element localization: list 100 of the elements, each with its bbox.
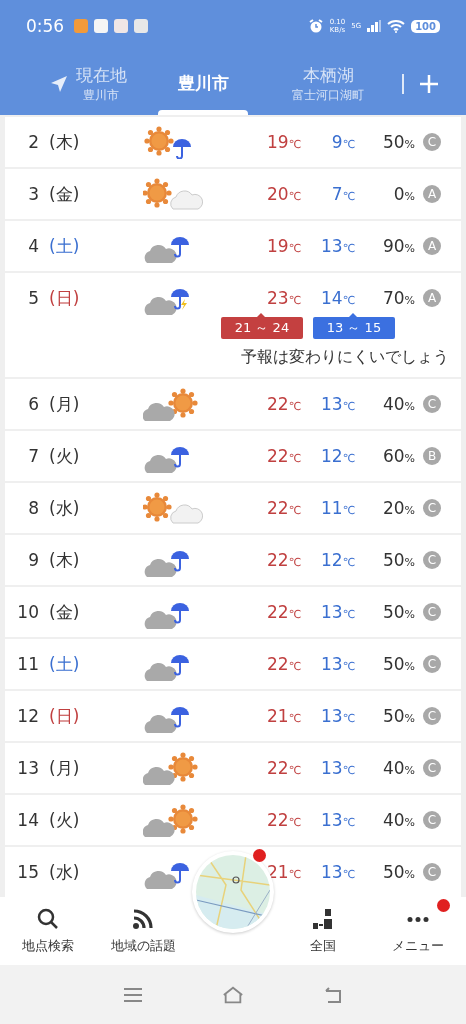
date-number: 3 [27,184,40,204]
alarm-icon [307,18,324,34]
reliability-grade: C [423,811,441,829]
clock-time: 0:56 [26,16,65,36]
date-number: 6 [27,394,40,414]
rain-probability: 50% [381,602,415,622]
high-temperature: 22℃ [266,394,301,414]
date-number: 10 [16,602,40,622]
reliability-grade: C [423,395,441,413]
forecast-note: 予報は変わりにくいでしょう [240,347,450,368]
date-number: 12 [16,706,40,726]
low-temperature: 12℃ [320,446,355,466]
weekday-label: (日) [49,704,81,728]
reliability-grade: C [423,707,441,725]
date-number: 14 [16,810,40,830]
rain-probability: 0% [392,184,415,204]
nav-item[interactable]: 全国 [274,897,371,965]
date-number: 9 [27,550,40,570]
low-temperature: 13℃ [320,862,355,882]
add-button[interactable] [418,72,440,95]
rain-probability: 90% [381,236,415,256]
low-temperature: 13℃ [320,236,355,256]
weekday-label: (木) [49,130,81,154]
rain-probability: 50% [381,132,415,152]
rain-probability: 60% [381,446,415,466]
weekday-label: (火) [49,808,81,832]
date-number: 4 [27,236,40,256]
high-temperature: 22℃ [266,550,301,570]
weekday-label: (水) [49,860,81,884]
reliability-grade: A [423,185,441,203]
battery-level: 100 [411,19,440,33]
low-temperature: 9℃ [330,132,355,152]
reliability-grade: C [423,551,441,569]
date-number: 8 [27,498,40,518]
weekday-label: (月) [49,756,81,780]
low-temperature: 13℃ [320,394,355,414]
weekday-label: (金) [49,600,81,624]
date-number: 15 [16,862,40,882]
rain-probability: 70% [381,288,415,308]
sun-cloud-icon [143,491,203,525]
sun-cloud-icon [143,177,203,211]
weekday-label: (水) [49,496,81,520]
date-number: 11 [16,654,40,674]
more-icon [406,916,431,922]
low-temperature: 13℃ [320,602,355,622]
search-icon [35,907,60,931]
reliability-grade: C [423,863,441,881]
reliability-grade: C [423,133,441,151]
date-number: 13 [16,758,40,778]
rain-probability: 50% [381,550,415,570]
low-temperature: 11℃ [320,498,355,518]
date-number: 7 [27,446,40,466]
weekday-label: (土) [49,234,81,258]
location-arrow-icon [49,74,68,93]
low-temperature: 13℃ [320,706,355,726]
rain-probability: 40% [381,758,415,778]
rain-probability: 40% [381,810,415,830]
app-icon [74,19,89,33]
date-number: 2 [27,132,40,152]
reliability-grade: C [423,603,441,621]
rain-probability: 50% [381,654,415,674]
rss-feed-icon [131,907,156,931]
wifi-icon [387,19,406,33]
high-temperature: 22℃ [266,602,301,622]
nav-item[interactable]: 地点検索 [0,897,96,965]
rain-probability: 50% [381,862,415,882]
high-temperature: 22℃ [266,758,301,778]
high-temperature: 22℃ [266,654,301,674]
high-temperature: 22℃ [266,810,301,830]
nav-item[interactable]: メニュー [370,897,466,965]
weekday-label: (土) [49,652,81,676]
low-temperature: 13℃ [320,810,355,830]
app-icon [134,19,149,33]
high-temperature: 22℃ [266,446,301,466]
high-temperature: 20℃ [266,184,301,204]
low-temperature: 14℃ [320,288,355,308]
low-temperature: 13℃ [320,758,355,778]
reliability-grade: B [423,447,441,465]
reliability-grade: A [423,237,441,255]
high-temperature: 23℃ [266,288,301,308]
weekday-label: (金) [49,182,81,206]
reliability-grade: C [423,759,441,777]
weekday-label: (日) [49,286,81,310]
weekday-label: (月) [49,392,81,416]
weekday-label: (木) [49,548,81,572]
high-temperature: 19℃ [266,132,301,152]
low-temperature: 13℃ [320,654,355,674]
low-temperature: 7℃ [330,184,355,204]
high-temperature: 22℃ [266,498,301,518]
app-icon [94,19,109,33]
reliability-grade: C [423,499,441,517]
reliability-grade: C [423,655,441,673]
nav-item[interactable]: 地域の話題 [95,897,192,965]
low-temperature: 12℃ [320,550,355,570]
reliability-grade: A [423,289,441,307]
app-icon [114,19,129,33]
high-temperature: 19℃ [266,236,301,256]
date-number: 5 [27,288,40,308]
rain-probability: 40% [381,394,415,414]
signal-icon [367,20,382,32]
